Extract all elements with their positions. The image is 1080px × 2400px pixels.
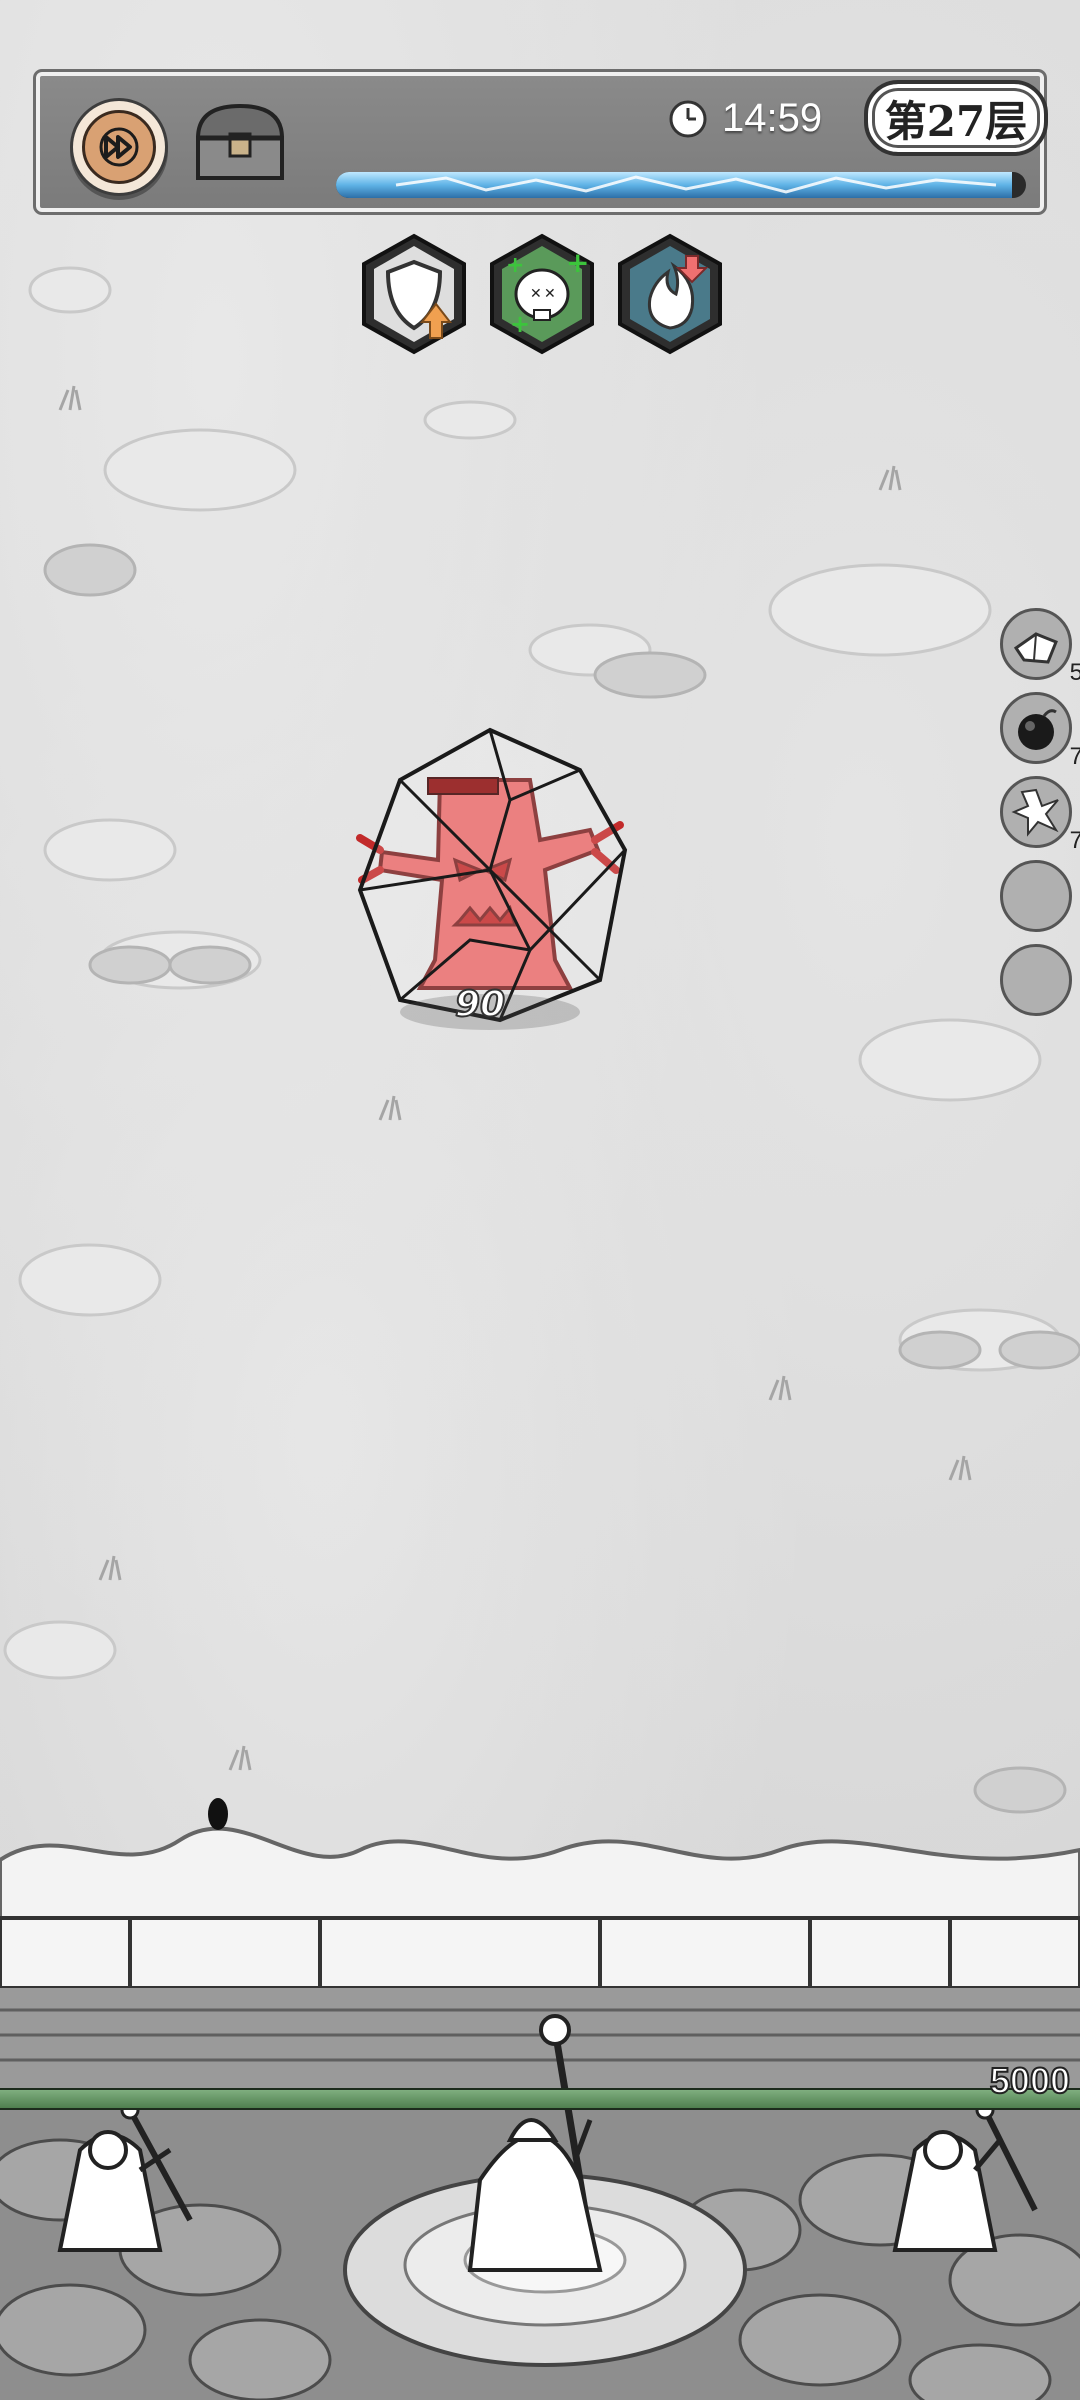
skill-bomb[interactable]: 7 (1000, 692, 1080, 770)
skill-count: 7 (1069, 827, 1080, 854)
defenders-layer (57, 2014, 1038, 2272)
treasure-chest-button[interactable] (190, 98, 290, 188)
buff-fire-down[interactable] (616, 232, 724, 356)
buff-bar: ✕ ✕ + + + (360, 232, 724, 356)
skill-crystal-shard[interactable]: 5 (1000, 608, 1080, 686)
skill-ice-burst[interactable]: 7 (1000, 776, 1080, 854)
bomb-icon (1018, 709, 1057, 750)
buff-skull-heal[interactable]: ✕ ✕ + + + (488, 232, 596, 356)
skill-count: 5 (1069, 659, 1080, 686)
floor-label: 第27层 (884, 96, 1028, 146)
stage-progress-bar (336, 172, 1026, 198)
clock-icon (669, 100, 707, 137)
lightning-effect (395, 175, 997, 194)
ice-burst-icon (1011, 788, 1059, 837)
game-stage: 14:59 第27层 ✕ ✕ + + + 5 7 7 90 5000 (0, 0, 1080, 2400)
timer-text: 14:59 (722, 96, 823, 140)
wall-hp-fill (0, 2090, 1080, 2108)
svg-text:+: + (506, 253, 524, 278)
buff-shield[interactable] (360, 232, 468, 356)
timer: 14:59 (668, 96, 822, 141)
speed-toggle-button[interactable] (70, 98, 168, 196)
defender-mage-right[interactable] (892, 2100, 1038, 2252)
skill-empty-slot[interactable] (1000, 944, 1072, 1016)
treasure-chest-icon (195, 103, 285, 180)
crystal-shard-icon (1013, 632, 1058, 664)
fast-forward-icon (82, 110, 156, 184)
svg-text:✕: ✕ (530, 286, 542, 302)
defender-mage-left[interactable] (57, 2100, 193, 2252)
svg-text:✕: ✕ (544, 286, 556, 302)
top-hud: 14:59 第27层 (33, 69, 1048, 215)
defender-archmage-center[interactable] (467, 2014, 603, 2272)
svg-text:+: + (510, 310, 530, 338)
svg-text:+: + (566, 246, 589, 279)
enemy-hp-label: 90 (454, 983, 506, 1026)
wall-hp-bar (0, 2088, 1080, 2110)
skill-empty-slot[interactable] (1000, 860, 1072, 932)
skill-column: 5 7 7 (1000, 608, 1080, 1016)
skull-heal-icon: ✕ ✕ + + + (490, 233, 594, 355)
shield-up-icon (362, 233, 466, 355)
wall-hp-value: 5000 (989, 2059, 1071, 2102)
fire-down-icon (618, 233, 722, 355)
skill-count: 7 (1069, 743, 1080, 770)
floor-badge: 第27层 (864, 80, 1048, 156)
